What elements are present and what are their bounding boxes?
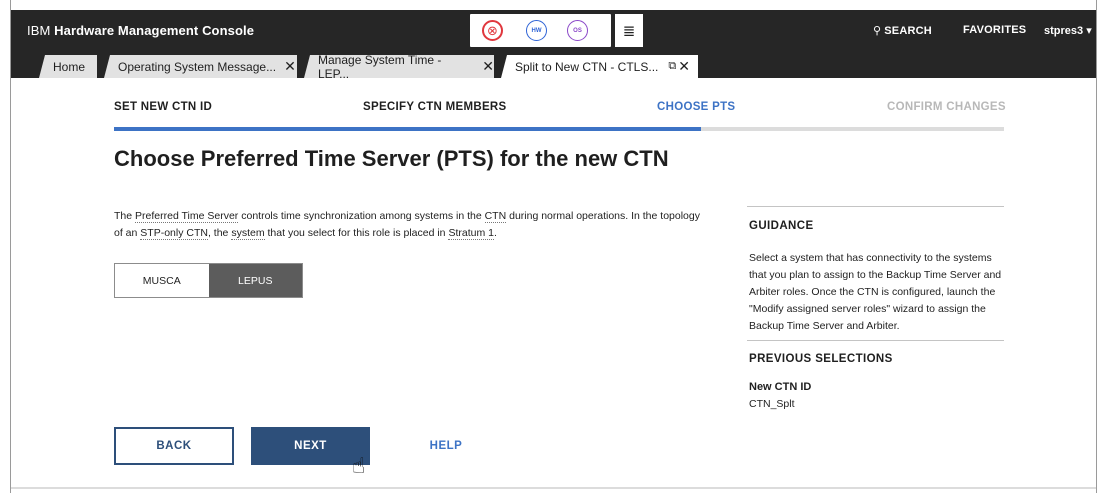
user-menu[interactable]: stpres3 ▾ [1044, 24, 1092, 37]
term-ctn[interactable]: CTN [484, 210, 507, 223]
wizard-progress-bar [114, 127, 1004, 131]
tab-manage-system-time[interactable]: Manage System Time - LEP... ✕ [304, 55, 494, 78]
status-indicators: ⊗ HW OS [470, 14, 611, 47]
tab-label: Split to New CTN - CTLS... [515, 59, 659, 74]
favorites-button[interactable]: FAVORITES [963, 24, 1026, 36]
guidance-text: Select a system that has connectivity to… [749, 252, 1002, 332]
search-label: SEARCH [884, 25, 932, 37]
hand-pointer-cursor-icon: ☝ [352, 453, 366, 478]
back-button[interactable]: BACK [114, 427, 234, 465]
search-button[interactable]: ⚲ SEARCH [873, 24, 932, 37]
error-status-icon[interactable]: ⊗ [482, 20, 503, 41]
wizard-progress-fill [114, 127, 701, 131]
brand-prefix: IBM [27, 23, 51, 38]
tab-split-new-ctn[interactable]: Split to New CTN - CTLS... ⧉ ✕ [501, 55, 698, 78]
search-icon: ⚲ [873, 25, 882, 37]
system-option-musca[interactable]: MUSCA [115, 264, 209, 297]
page-title: Choose Preferred Time Server (PTS) for t… [114, 146, 669, 171]
app-title: IBM Hardware Management Console [27, 23, 254, 38]
popout-icon[interactable]: ⧉ [668, 60, 676, 73]
tab-label: Manage System Time - LEP... [318, 52, 442, 81]
task-list-button[interactable]: ≣ [615, 14, 643, 47]
new-ctn-id-label: New CTN ID [749, 381, 812, 393]
tab-label: Operating System Message... [118, 59, 277, 74]
guidance-divider [747, 206, 1004, 207]
step-choose-pts[interactable]: CHOOSE PTS [657, 101, 735, 113]
step-confirm-changes: CONFIRM CHANGES [887, 101, 1006, 113]
term-stp-only-ctn[interactable]: STP-only CTN [140, 227, 208, 240]
system-selector: MUSCA LEPUS [114, 263, 303, 298]
header-bar: IBM Hardware Management Console ⊗ HW OS … [11, 10, 1096, 50]
close-icon[interactable]: ✕ [678, 58, 690, 75]
footer-divider [11, 487, 1096, 489]
tab-home[interactable]: Home [39, 55, 97, 78]
close-icon[interactable]: ✕ [284, 58, 296, 75]
term-stratum-1[interactable]: Stratum 1 [448, 227, 494, 240]
new-ctn-id-value: CTN_Splt [749, 398, 795, 410]
help-link[interactable]: HELP [420, 427, 472, 465]
brand-name: Hardware Management Console [54, 23, 255, 38]
os-status-icon[interactable]: OS [567, 20, 588, 41]
previous-selections-heading: PREVIOUS SELECTIONS [749, 353, 893, 365]
step-specify-ctn-members[interactable]: SPECIFY CTN MEMBERS [363, 101, 507, 113]
tab-bar: Home Operating System Message... ✕ Manag… [11, 50, 1096, 78]
pts-description: The Preferred Time Server controls time … [114, 210, 700, 240]
system-option-lepus[interactable]: LEPUS [208, 264, 302, 297]
hardware-status-icon[interactable]: HW [526, 20, 547, 41]
term-system[interactable]: system [231, 227, 265, 240]
tab-os-messages[interactable]: Operating System Message... ✕ [104, 55, 297, 78]
step-set-new-ctn-id[interactable]: SET NEW CTN ID [114, 101, 212, 113]
guidance-heading: GUIDANCE [749, 220, 814, 232]
window-frame-right [1096, 0, 1097, 493]
term-preferred-time-server[interactable]: Preferred Time Server [135, 210, 239, 223]
previous-selections-divider [747, 340, 1004, 341]
close-icon[interactable]: ✕ [482, 58, 494, 75]
tab-label: Home [53, 59, 86, 74]
task-list-icon: ≣ [622, 22, 636, 40]
